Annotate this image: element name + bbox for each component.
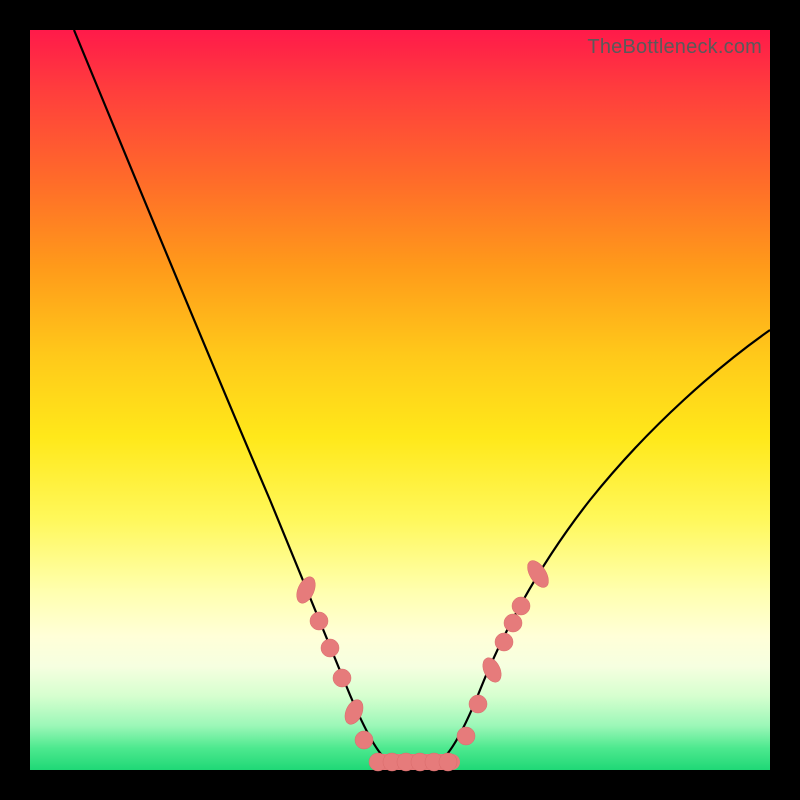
bead-left (310, 612, 328, 630)
bottleneck-curve-path (74, 30, 770, 763)
bead-right (523, 557, 552, 591)
bead-right (469, 695, 487, 713)
bottleneck-curve-svg (30, 30, 770, 770)
bead-right (504, 614, 522, 632)
bead-right (512, 597, 530, 615)
bead-bottom (439, 753, 457, 771)
bead-right (495, 633, 513, 651)
bead-left (321, 639, 339, 657)
bead-left (355, 731, 373, 749)
plot-area: TheBottleneck.com (30, 30, 770, 770)
chart-frame: TheBottleneck.com (0, 0, 800, 800)
bead-left (333, 669, 351, 687)
bead-left (293, 574, 319, 606)
bead-right (457, 727, 475, 745)
